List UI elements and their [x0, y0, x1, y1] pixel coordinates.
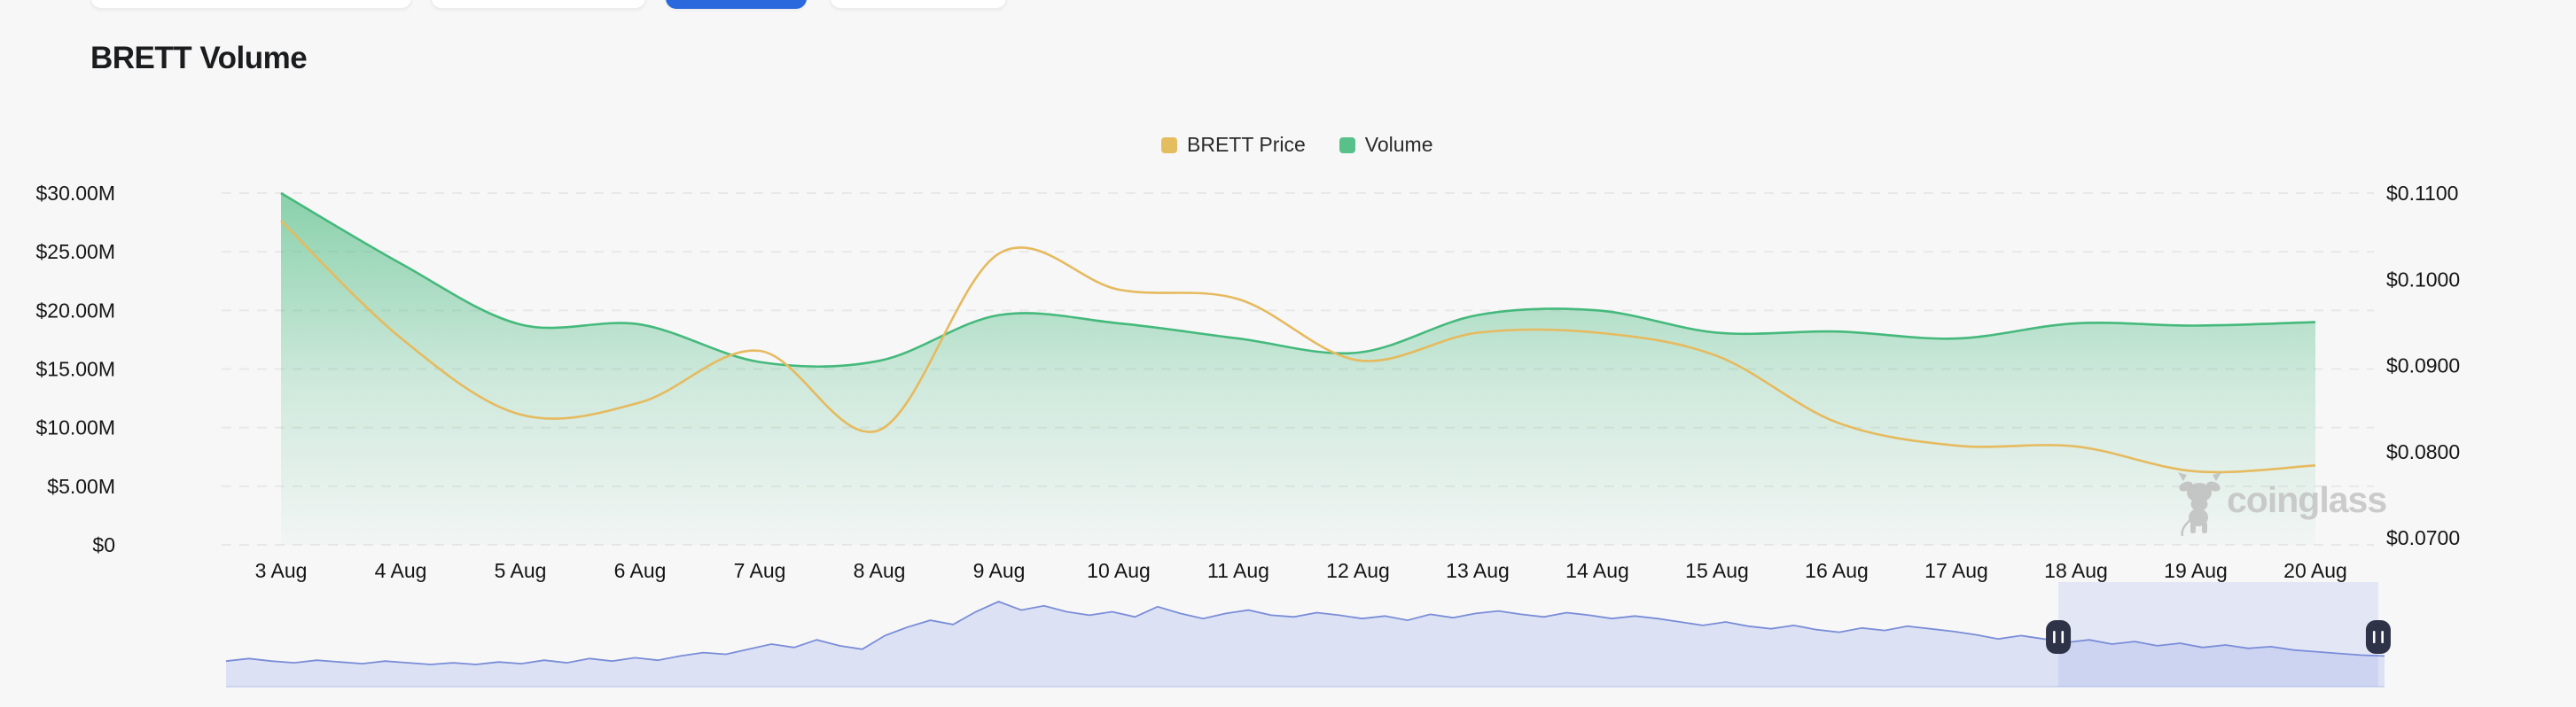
- left-axis-tick: $20.00M: [35, 299, 115, 322]
- right-axis-tick: $0.1000: [2386, 268, 2460, 291]
- x-axis-tick: 10 Aug: [1087, 559, 1151, 582]
- watermark-text: coinglass: [2227, 479, 2386, 520]
- x-axis-labels: 3 Aug 4 Aug 5 Aug 6 Aug 7 Aug 8 Aug 9 Aug 10 Au…: [255, 559, 2347, 582]
- right-axis-tick: $0.1100: [2386, 182, 2458, 205]
- x-axis-tick: 6 Aug: [614, 559, 667, 582]
- right-axis-labels: $0.1100 $0.1000 $0.0900 $0.0800 $0.0700: [2386, 182, 2460, 549]
- x-axis-tick: 17 Aug: [1924, 559, 1988, 582]
- left-axis-tick: $0: [92, 533, 115, 556]
- right-axis-tick: $0.0900: [2386, 354, 2460, 377]
- right-axis-tick: $0.0700: [2386, 526, 2460, 549]
- x-axis-tick: 8 Aug: [854, 559, 906, 582]
- x-axis-tick: 12 Aug: [1326, 559, 1390, 582]
- left-axis-tick: $10.00M: [35, 416, 115, 439]
- x-axis-tick: 15 Aug: [1685, 559, 1749, 582]
- navigator-handle-left[interactable]: [2046, 620, 2071, 654]
- brett-volume-chart: $30.00M $25.00M $20.00M $15.00M $10.00M $5.00…: [0, 0, 2576, 707]
- x-axis-tick: 5 Aug: [495, 559, 547, 582]
- navigator[interactable]: [226, 582, 2391, 687]
- x-axis-tick: 20 Aug: [2283, 559, 2347, 582]
- x-axis-tick: 7 Aug: [734, 559, 786, 582]
- left-axis-tick: $25.00M: [35, 240, 115, 263]
- x-axis-tick: 3 Aug: [255, 559, 308, 582]
- navigator-selection[interactable]: [2058, 582, 2378, 687]
- left-axis-tick: $5.00M: [47, 475, 115, 498]
- x-axis-tick: 19 Aug: [2164, 559, 2228, 582]
- volume-area-series: [281, 193, 2315, 545]
- x-axis-tick: 13 Aug: [1446, 559, 1510, 582]
- x-axis-tick: 18 Aug: [2044, 559, 2108, 582]
- page: BRETT Volume BRETT Price Volume $30.00M$…: [0, 0, 2576, 707]
- left-axis-labels: $30.00M $25.00M $20.00M $15.00M $10.00M $5.00…: [35, 182, 115, 556]
- x-axis-tick: 11 Aug: [1207, 559, 1269, 582]
- right-axis-tick: $0.0800: [2386, 440, 2460, 463]
- navigator-handle-right[interactable]: [2366, 620, 2391, 654]
- x-axis-tick: 14 Aug: [1565, 559, 1629, 582]
- x-axis-tick: 9 Aug: [973, 559, 1026, 582]
- left-axis-tick: $15.00M: [35, 358, 115, 381]
- left-axis-tick: $30.00M: [35, 182, 115, 205]
- x-axis-tick: 16 Aug: [1805, 559, 1869, 582]
- x-axis-tick: 4 Aug: [375, 559, 427, 582]
